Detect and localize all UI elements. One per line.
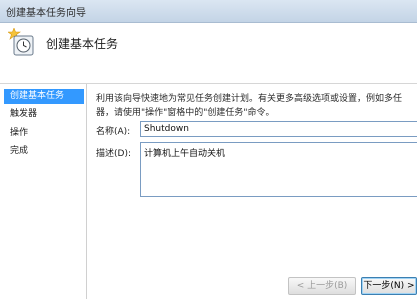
sidebar-step-trigger[interactable]: 触发器 [4,107,84,122]
wizard-description: 利用该向导快速地为常见任务创建计划。有关更多高级选项或设置，例如多任 器，请使用… [96,92,417,120]
sidebar-step-action[interactable]: 操作 [4,126,84,141]
sidebar-step-finish[interactable]: 完成 [4,144,84,159]
sidebar-step-label: 触发器 [10,109,38,119]
back-button[interactable]: < 上一步(B) [288,277,356,295]
sidebar-step-label: 完成 [10,146,29,156]
title-bar[interactable]: 创建基本任务向导 [0,0,417,23]
description-label: 描述(D): [96,149,131,159]
name-input[interactable] [140,121,417,137]
wizard-content: 利用该向导快速地为常见任务创建计划。有关更多高级选项或设置，例如多任 器，请使用… [87,84,417,299]
window-title: 创建基本任务向导 [6,8,86,19]
description-line-2: 器，请使用"操作"窗格中的"创建任务"命令。 [96,108,275,118]
sidebar-step-label: 操作 [10,128,29,138]
next-button[interactable]: 下一步(N) > [361,277,417,295]
wizard-steps-sidebar: 创建基本任务 触发器 操作 完成 [0,84,87,299]
sidebar-step-label: 创建基本任务 [10,91,65,101]
wizard-header: 创建基本任务 [0,23,417,84]
description-line-1: 利用该向导快速地为常见任务创建计划。有关更多高级选项或设置，例如多任 [96,94,403,104]
name-label: 名称(A): [96,127,131,137]
wizard-clock-icon [7,27,36,58]
sidebar-step-create-basic-task[interactable]: 创建基本任务 [4,89,84,104]
page-title: 创建基本任务 [46,37,119,51]
description-input[interactable]: 计算机上午自动关机 [140,142,417,197]
